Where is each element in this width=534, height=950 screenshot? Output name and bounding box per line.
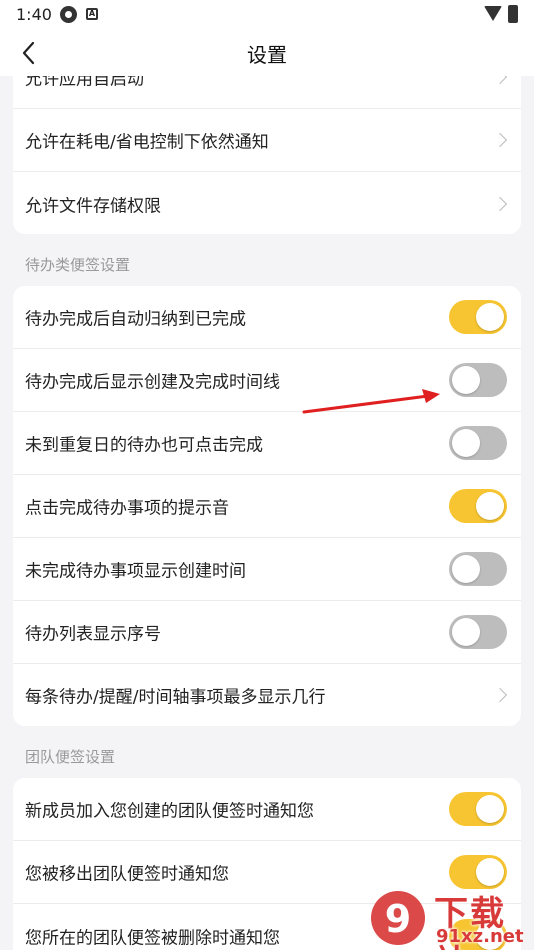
row-label: 待办列表显示序号: [25, 624, 161, 645]
chevron-right-icon: [492, 196, 508, 211]
row-label: 待办完成后自动归纳到已完成: [25, 309, 246, 330]
toggle-knob: [476, 492, 504, 520]
row-label: 每条待办/提醒/时间轴事项最多显示几行: [25, 687, 326, 708]
permissions-card: 允许应用自启动 允许在耗电/省电控制下依然通知 允许文件存储权限: [13, 76, 521, 234]
chevron-right-icon: [492, 687, 508, 703]
toggle-knob: [452, 618, 480, 646]
settings-list[interactable]: 允许应用自启动 允许在耗电/省电控制下依然通知 允许文件存储权限 待办类便签设置…: [0, 76, 534, 950]
row-label: 允许应用自启动: [25, 76, 144, 90]
status-app-icon: [60, 6, 77, 23]
section-title-team: 团队便签设置: [25, 748, 116, 766]
page-title: 设置: [247, 43, 287, 67]
complete-sound-toggle[interactable]: [449, 489, 507, 523]
row-max-lines[interactable]: 每条待办/提醒/时间轴事项最多显示几行: [13, 664, 521, 726]
row-label: 您所在的团队便签被删除时通知您: [25, 928, 280, 948]
section-title-todo: 待办类便签设置: [25, 256, 131, 274]
row-label: 未完成待办事项显示创建时间: [25, 561, 246, 582]
auto-archive-toggle[interactable]: [449, 300, 507, 334]
row-label: 点击完成待办事项的提示音: [25, 498, 229, 519]
member-join-toggle[interactable]: [449, 792, 507, 826]
row-complete-sound[interactable]: 点击完成待办事项的提示音: [13, 475, 521, 538]
row-storage-permission[interactable]: 允许文件存储权限: [13, 172, 521, 234]
repeat-complete-toggle[interactable]: [449, 426, 507, 460]
watermark: 9 下载站 91xz.net: [366, 882, 534, 950]
chevron-right-icon: [492, 76, 508, 85]
row-auto-archive[interactable]: 待办完成后自动归纳到已完成: [13, 286, 521, 349]
status-a-icon: A: [86, 8, 98, 20]
status-bar: 1:40 A: [0, 0, 534, 30]
toggle-knob: [452, 555, 480, 583]
show-timeline-toggle[interactable]: [449, 363, 507, 397]
annotation-arrow-icon: [302, 389, 440, 414]
toggle-knob: [452, 429, 480, 457]
row-label: 未到重复日的待办也可点击完成: [25, 435, 263, 456]
row-show-index[interactable]: 待办列表显示序号: [13, 601, 521, 664]
row-label: 允许在耗电/省电控制下依然通知: [25, 132, 269, 153]
nav-bar: 设置: [0, 30, 534, 76]
watermark-domain: 91xz.net: [436, 926, 524, 947]
todo-card: 待办完成后自动归纳到已完成 待办完成后显示创建及完成时间线 未到重复日的待办也可…: [13, 286, 521, 726]
row-show-create-time[interactable]: 未完成待办事项显示创建时间: [13, 538, 521, 601]
toggle-knob: [452, 366, 480, 394]
watermark-logo-digit: 9: [385, 897, 411, 941]
show-create-time-toggle[interactable]: [449, 552, 507, 586]
row-label: 待办完成后显示创建及完成时间线: [25, 372, 280, 393]
row-repeat-complete[interactable]: 未到重复日的待办也可点击完成: [13, 412, 521, 475]
row-label: 允许文件存储权限: [25, 196, 161, 216]
row-member-join-notify[interactable]: 新成员加入您创建的团队便签时通知您: [13, 778, 521, 841]
row-auto-start[interactable]: 允许应用自启动: [13, 76, 521, 109]
watermark-logo-icon: 9: [371, 891, 425, 945]
status-time: 1:40: [16, 5, 52, 24]
wifi-icon: [484, 6, 502, 21]
show-index-toggle[interactable]: [449, 615, 507, 649]
row-label: 新成员加入您创建的团队便签时通知您: [25, 801, 314, 822]
toggle-knob: [476, 303, 504, 331]
row-power-notify[interactable]: 允许在耗电/省电控制下依然通知: [13, 109, 521, 172]
chevron-right-icon: [492, 132, 508, 148]
battery-icon: [508, 5, 518, 23]
toggle-knob: [476, 795, 504, 823]
row-label: 您被移出团队便签时通知您: [25, 864, 229, 885]
